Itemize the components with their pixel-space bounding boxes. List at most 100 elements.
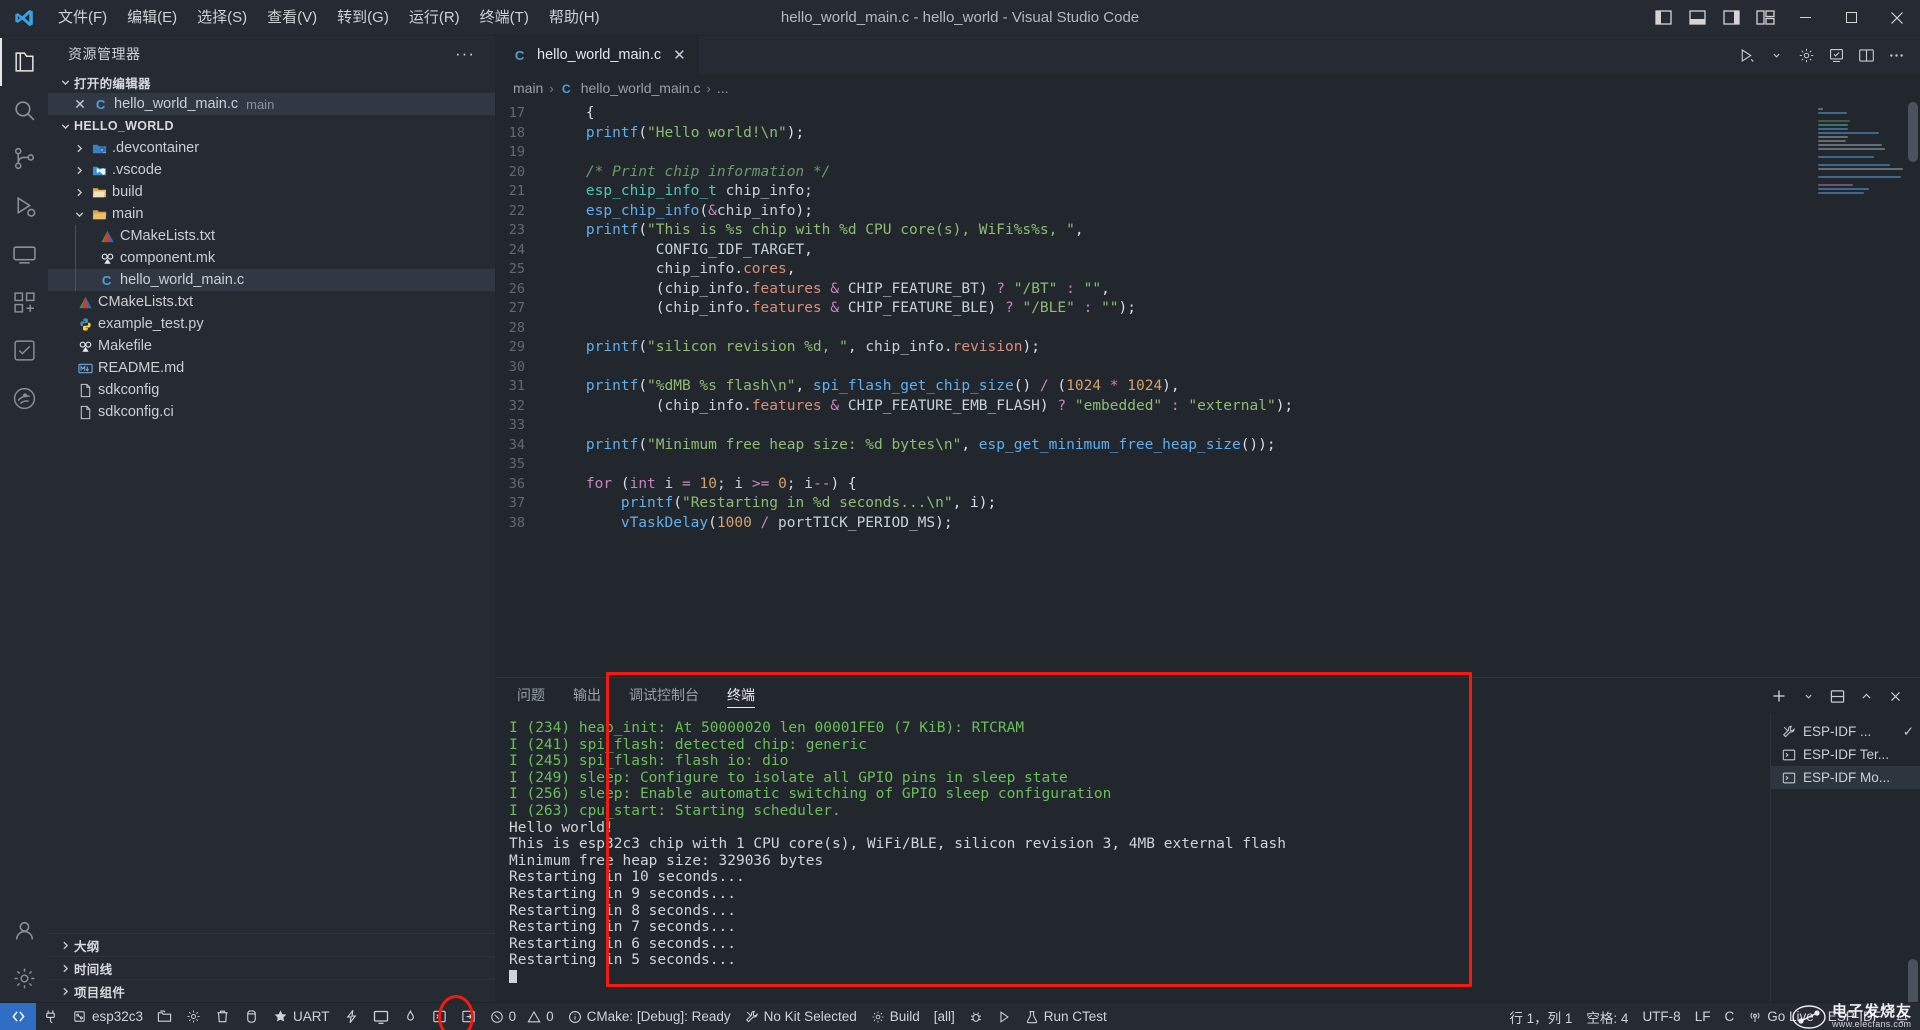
editor-vertical-scrollbar[interactable]	[1908, 102, 1918, 162]
tree-item-readme-md[interactable]: README.md	[48, 357, 495, 379]
tab-problems[interactable]: 问题	[517, 678, 545, 714]
line-text[interactable]: chip_info.cores,	[551, 260, 1920, 280]
code-line[interactable]: 28	[495, 319, 1920, 339]
terminal-instance-list[interactable]: ESP-IDF ... ✓ ESP-IDF Ter... ESP-IDF Mo.…	[1770, 714, 1920, 1002]
menu-selection[interactable]: 选择(S)	[187, 0, 257, 36]
terminal-output[interactable]: I (234) heap_init: At 50000020 len 00001…	[495, 714, 1770, 1002]
code-content[interactable]: 17 {18 printf("Hello world!\n"); 19 20 /* …	[495, 102, 1920, 533]
tree-item-hello-world-main-c[interactable]: C hello_world_main.c	[48, 269, 495, 291]
activity-espressif-icon[interactable]	[0, 374, 48, 422]
window-close-button[interactable]	[1874, 0, 1920, 36]
line-text[interactable]: (chip_info.features & CHIP_FEATURE_BLE) …	[551, 299, 1920, 319]
code-line[interactable]: 36 for (int i = 10; i >= 0; i--) {	[495, 475, 1920, 495]
line-text[interactable]: (chip_info.features & CHIP_FEATURE_EMB_F…	[551, 397, 1920, 417]
status-cmake-launch[interactable]	[990, 1003, 1018, 1030]
code-line[interactable]: 35	[495, 455, 1920, 475]
tree-item-example-test-py[interactable]: example_test.py	[48, 313, 495, 335]
tree-item-vscode[interactable]: .vscode	[48, 159, 495, 181]
code-line[interactable]: 31 printf("%dMB %s flash\n", spi_flash_g…	[495, 377, 1920, 397]
status-cmake-build[interactable]: Build	[864, 1003, 927, 1030]
status-esp-idf-terminal[interactable]	[425, 1003, 454, 1030]
code-line[interactable]: 37 printf("Restarting in %d seconds...\n…	[495, 494, 1920, 514]
section-outline[interactable]: 大纲	[48, 933, 495, 956]
menu-run[interactable]: 运行(R)	[399, 0, 470, 36]
toggle-secondary-sidebar-icon[interactable]	[1714, 0, 1748, 36]
breadcrumb-file[interactable]: C hello_world_main.c	[560, 80, 700, 96]
tree-item-sdkconfig-ci[interactable]: sdkconfig.ci	[48, 401, 495, 423]
status-bar[interactable]: esp32c3 UART 0 0 CMake: [Debug]: Ready N…	[0, 1002, 1920, 1030]
code-editor[interactable]: 17 {18 printf("Hello world!\n"); 19 20 /* …	[495, 102, 1920, 677]
tree-item-sdkconfig[interactable]: sdkconfig	[48, 379, 495, 401]
close-icon[interactable]	[1882, 682, 1908, 710]
line-text[interactable]: printf("This is %s chip with %d CPU core…	[551, 221, 1920, 241]
explorer-more-actions-icon[interactable]: ···	[455, 44, 475, 64]
debug-alt-icon[interactable]	[1822, 40, 1850, 70]
code-line[interactable]: 22 esp_chip_info(&chip_info);	[495, 202, 1920, 222]
status-cmake-ctest[interactable]: Run CTest	[1018, 1003, 1114, 1030]
status-esp-idf-flash-method[interactable]	[237, 1003, 266, 1030]
panel-actions[interactable]	[1766, 682, 1920, 710]
line-text[interactable]: esp_chip_info_t chip_info;	[551, 182, 1920, 202]
tree-item-makefile[interactable]: Makefile	[48, 335, 495, 357]
activity-remote-explorer-icon[interactable]	[0, 230, 48, 278]
run-icon[interactable]	[1732, 40, 1760, 70]
tab-hello-world-main-c[interactable]: C hello_world_main.c ✕	[495, 36, 699, 74]
status-editor-indentation[interactable]: 空格: 4	[1579, 1003, 1635, 1030]
status-esp-idf-flame[interactable]	[396, 1003, 425, 1030]
line-text[interactable]	[551, 416, 1920, 436]
activity-explorer-icon[interactable]	[0, 38, 48, 86]
line-text[interactable]: vTaskDelay(1000 / portTICK_PERIOD_MS);	[551, 514, 1920, 534]
explorer-tree[interactable]: 打开的编辑器 ✕ C hello_world_main.c main HELLO…	[48, 71, 495, 933]
menu-edit[interactable]: 编辑(E)	[117, 0, 187, 36]
line-text[interactable]: printf("Restarting in %d seconds...\n", …	[551, 494, 1920, 514]
status-remote-indicator[interactable]	[0, 1002, 36, 1030]
code-line[interactable]: 29 printf("silicon revision %d, ", chip_…	[495, 338, 1920, 358]
status-cmake-debug[interactable]	[962, 1003, 990, 1030]
customize-layout-icon[interactable]	[1748, 0, 1782, 36]
tree-item-main-cmakelists[interactable]: CMakeLists.txt	[48, 225, 495, 247]
code-line[interactable]: 30	[495, 358, 1920, 378]
panel-tabs[interactable]: 问题 输出 调试控制台 终端	[495, 678, 1920, 714]
terminal-list-item-esp-idf[interactable]: ESP-IDF ... ✓	[1771, 720, 1920, 743]
activity-extensions-icon[interactable]	[0, 278, 48, 326]
status-esp-idf-workspace[interactable]	[150, 1003, 179, 1030]
code-line[interactable]: 26 (chip_info.features & CHIP_FEATURE_BT…	[495, 280, 1920, 300]
line-text[interactable]: printf("Minimum free heap size: %d bytes…	[551, 436, 1920, 456]
menu-bar[interactable]: 文件(F) 编辑(E) 选择(S) 查看(V) 转到(G) 运行(R) 终端(T…	[48, 0, 610, 35]
breadcrumb[interactable]: main › C hello_world_main.c › ...	[495, 74, 1920, 102]
status-esp-idf-monitor[interactable]	[366, 1003, 396, 1030]
status-editor-position[interactable]: 行 1，列 1	[1502, 1003, 1579, 1030]
code-line[interactable]: 34 printf("Minimum free heap size: %d by…	[495, 436, 1920, 456]
chevron-down-icon[interactable]	[1795, 682, 1821, 710]
explorer-collapsed-sections[interactable]: 大纲 时间线 项目组件	[48, 933, 495, 1002]
section-project-components[interactable]: 项目组件	[48, 979, 495, 1002]
status-esp-idf-target[interactable]: esp32c3	[65, 1003, 150, 1030]
menu-file[interactable]: 文件(F)	[48, 0, 117, 36]
code-line[interactable]: 18 printf("Hello world!\n");	[495, 124, 1920, 144]
status-editor-language[interactable]: C	[1717, 1003, 1741, 1030]
menu-help[interactable]: 帮助(H)	[539, 0, 610, 36]
chevron-up-icon[interactable]	[1853, 682, 1879, 710]
section-workspace[interactable]: HELLO_WORLD	[48, 115, 495, 137]
line-text[interactable]	[551, 358, 1920, 378]
tree-item-component-mk[interactable]: component.mk	[48, 247, 495, 269]
split-up-icon[interactable]	[1824, 682, 1850, 710]
code-line[interactable]: 24 CONFIG_IDF_TARGET,	[495, 241, 1920, 261]
chevron-down-icon[interactable]	[1762, 40, 1790, 70]
line-text[interactable]: (chip_info.features & CHIP_FEATURE_BT) ?…	[551, 280, 1920, 300]
code-line[interactable]: 33	[495, 416, 1920, 436]
toggle-panel-icon[interactable]	[1680, 0, 1714, 36]
activity-manage-gear-icon[interactable]	[0, 954, 48, 1002]
toggle-primary-sidebar-icon[interactable]	[1646, 0, 1680, 36]
tree-item-main-folder[interactable]: main	[48, 203, 495, 225]
status-editor-eol[interactable]: LF	[1688, 1003, 1718, 1030]
status-cmake-target[interactable]: [all]	[927, 1003, 962, 1030]
activity-testing-icon[interactable]	[0, 326, 48, 374]
line-text[interactable]: for (int i = 10; i >= 0; i--) {	[551, 475, 1920, 495]
split-editor-icon[interactable]	[1852, 40, 1880, 70]
section-timeline[interactable]: 时间线	[48, 956, 495, 979]
editor-actions[interactable]	[1732, 36, 1920, 74]
status-esp-idf-fullclean[interactable]	[208, 1003, 237, 1030]
editor-tabs[interactable]: C hello_world_main.c ✕	[495, 36, 1920, 74]
tab-output[interactable]: 输出	[573, 678, 601, 714]
